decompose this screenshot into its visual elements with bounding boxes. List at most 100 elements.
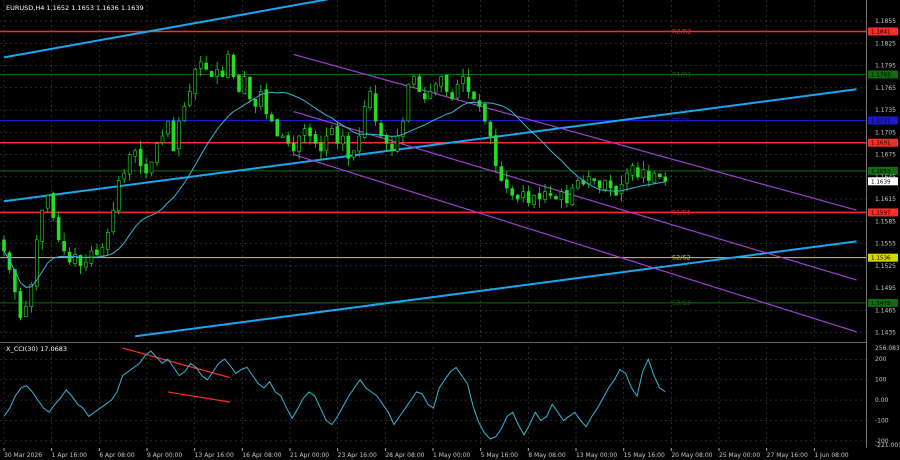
candle-body [341, 135, 345, 145]
level-label: S3/S3 [672, 299, 691, 307]
indicator-title: X_CCI(30) 17.0683 [6, 345, 67, 353]
candle-body [406, 83, 411, 122]
price-tick-label: 1.1435 [875, 330, 896, 337]
candle-body [144, 163, 148, 174]
candle [116, 176, 121, 215]
candle [406, 83, 411, 123]
candle [171, 116, 176, 152]
candle-body [543, 191, 547, 200]
chart-canvas: 1.1841 R2/R2 1.1783 R1/R1 1.1721 PP/PP 1.1691 1… [0, 0, 900, 460]
level-badge-label: 1.1783 [871, 72, 891, 78]
price-tick-label: 1.1765 [875, 85, 896, 92]
candle-body [188, 91, 192, 106]
candle [209, 70, 214, 77]
candle-body [433, 83, 438, 93]
candle-body [526, 191, 531, 204]
candle-body [586, 176, 591, 185]
level-badge-label: 1.1536 [871, 256, 891, 262]
candle [226, 50, 230, 79]
x-tick-label: 23 Apr 16:00 [338, 452, 377, 459]
candle [417, 73, 422, 92]
candle-body [417, 76, 422, 92]
candle-body [335, 126, 340, 144]
candle-body [116, 180, 121, 211]
candle-body [100, 246, 105, 257]
candle-body [286, 135, 290, 144]
x-tick-label: 27 May 16:00 [767, 452, 808, 459]
level-badge-label: 1.1721 [871, 118, 891, 124]
candle [652, 170, 657, 184]
level-label: R2/R2 [672, 27, 692, 35]
price-tick-label: 1.1525 [875, 263, 896, 270]
candle-body [379, 122, 383, 137]
candle-body [450, 92, 454, 100]
candle-body [122, 172, 127, 180]
candle-body [597, 180, 602, 189]
level-badge-label: 1.1597 [871, 210, 891, 216]
candle-body [95, 249, 99, 256]
candle-body [346, 135, 351, 159]
candle-body [133, 150, 137, 157]
x-tick-label: 1 May 00:00 [433, 452, 471, 459]
level-badge-label: 1.1841 [871, 29, 891, 35]
candle-body [592, 178, 597, 181]
candle-body [56, 217, 61, 241]
candle-body [160, 135, 165, 143]
candle-body [226, 54, 230, 78]
price-tick-label: 1.1465 [875, 307, 896, 314]
candle-body [215, 68, 219, 77]
candle [614, 184, 618, 196]
x-tick-label: 1 Jun 08:00 [814, 452, 848, 459]
price-tick-label: 1.1555 [875, 241, 896, 248]
candle-body [291, 142, 296, 152]
x-tick-label: 21 Apr 00:00 [290, 452, 329, 459]
candle-body [308, 127, 312, 137]
price-tick-label: 1.1495 [875, 285, 896, 292]
candle-body [630, 165, 635, 176]
candle-body [324, 135, 329, 151]
candle-body [182, 106, 187, 122]
x-tick-label: 1 Apr 16:00 [52, 452, 87, 459]
candle-body [663, 176, 668, 182]
candle-body [280, 135, 285, 138]
candle-body [532, 195, 536, 205]
candle-body [73, 254, 77, 264]
candle [51, 191, 55, 222]
level-badge-label: 1.1475 [871, 301, 891, 307]
candle-body [84, 261, 88, 268]
candle-body [625, 172, 629, 184]
x-tick-label: 30 Mar 2026 [4, 452, 42, 459]
candle-body [111, 209, 116, 233]
indicator-tick-label: 100 [875, 377, 887, 384]
x-tick-label: 9 Apr 00:00 [147, 452, 182, 459]
candle-body [494, 135, 498, 166]
current-price-label: 1.1639 [871, 179, 891, 185]
candle-body [330, 128, 334, 135]
candle-body [603, 180, 607, 191]
x-tick-label: 15 May 16:00 [624, 452, 665, 459]
candle-body [302, 128, 307, 136]
x-tick-label: 28 Apr 08:00 [385, 452, 424, 459]
candle-body [647, 170, 651, 181]
x-tick-label: 20 May 08:00 [671, 452, 712, 459]
candle-body [521, 191, 525, 198]
price-tick-label: 1.1585 [875, 218, 896, 225]
candle-body [472, 91, 476, 100]
indicator-tick-label: -221.001 [875, 442, 900, 449]
candle-body [362, 106, 367, 138]
level-badge-label: 1.1691 [871, 141, 891, 147]
price-tick-label: 1.1615 [875, 196, 896, 203]
candle-body [412, 76, 416, 85]
price-tick-label: 1.1735 [875, 107, 896, 114]
candle-body [351, 150, 356, 158]
candle-body [155, 143, 159, 163]
candle-body [499, 166, 504, 181]
candle-body [559, 191, 564, 201]
candle-body [313, 134, 318, 144]
candle-body [177, 120, 181, 149]
price-tick-label: 1.1795 [875, 63, 896, 70]
indicator-tick-label: -100 [875, 417, 889, 424]
price-tick-label: 1.1705 [875, 129, 896, 136]
candle [231, 53, 236, 80]
level-label: R1/R1 [672, 70, 692, 78]
